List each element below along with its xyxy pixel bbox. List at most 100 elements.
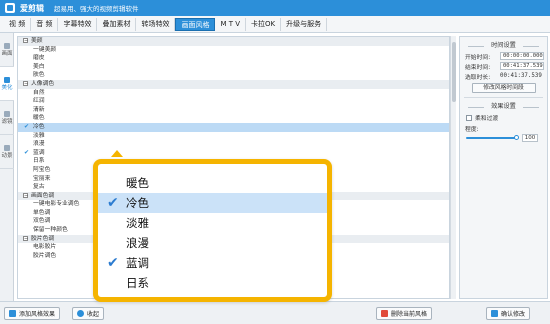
degree-slider-knob[interactable] <box>514 135 519 140</box>
list-item-label: 冷色 <box>33 123 45 130</box>
list-item-label: 一键美颜 <box>33 46 57 53</box>
delete-style-label: 删除当前风格 <box>391 311 428 318</box>
duration-label: 选取时长: <box>465 74 491 81</box>
callout-item-label: 蓝调 <box>126 256 149 270</box>
collapse-button[interactable]: 收起 <box>72 307 105 320</box>
tab-upgrade-service[interactable]: 升级与服务 <box>281 17 328 31</box>
collapse-toggle-icon[interactable]: − <box>23 235 28 241</box>
vtab-beautify[interactable]: 美化 <box>0 67 14 101</box>
vtab-picture[interactable]: 画面 <box>0 33 14 67</box>
list-item-label: 淡雅 <box>33 132 45 139</box>
list-item[interactable]: 清新 <box>18 106 449 115</box>
callout-item-label: 日系 <box>126 276 149 290</box>
checkmark-icon: ✔ <box>107 195 119 211</box>
vtab-filter[interactable]: 滤镜 <box>0 101 14 135</box>
degree-slider-row: 100 <box>460 133 547 143</box>
list-item[interactable]: 肤色 <box>18 71 449 80</box>
callout-item-label: 淡雅 <box>126 216 149 230</box>
vtab-beautify-label: 美化 <box>1 84 13 91</box>
callout-item-label: 暖色 <box>126 176 149 190</box>
list-item-label: 肤色 <box>33 72 45 79</box>
tab-mtv[interactable]: M T V <box>215 17 247 31</box>
time-settings-title: 时间设置 <box>460 41 547 51</box>
settings-panel: 时间设置 开始时间: 00:00:00.000 结束时间: 00:41:37.5… <box>459 36 548 299</box>
app-logo-icon <box>5 3 15 13</box>
callout-item: 日系 <box>98 273 327 293</box>
list-item[interactable]: 浪漫 <box>18 140 449 149</box>
modify-time-range-button[interactable]: 修改风格时间段 <box>471 83 536 93</box>
motion-icon <box>4 144 10 151</box>
list-item[interactable]: 磨皮 <box>18 54 449 63</box>
start-time-input[interactable]: 00:00:00.000 <box>500 52 544 60</box>
collapse-toggle-icon[interactable]: − <box>23 192 28 198</box>
effect-settings-title: 效果设置 <box>460 102 547 112</box>
confirm-modify-label: 确认修改 <box>501 311 526 318</box>
callout-pointer <box>111 150 123 157</box>
list-item-label: 胶片色调 <box>31 235 55 242</box>
list-item[interactable]: 自然 <box>18 89 449 98</box>
list-group-header[interactable]: − 人像调色 <box>18 79 449 89</box>
list-item-label: 美白 <box>33 63 45 70</box>
section-divider <box>464 97 543 98</box>
list-item-label: 蓝调 <box>33 149 45 156</box>
checkmark-icon: ✔ <box>24 122 30 130</box>
vtab-motion[interactable]: 动景 <box>0 135 14 169</box>
callout-item: 浪漫 <box>98 233 327 253</box>
tab-transition-effects[interactable]: 转场特效 <box>136 17 176 31</box>
soft-transition-checkbox[interactable] <box>466 114 472 121</box>
end-time-input[interactable]: 00:41:37.539 <box>500 62 544 70</box>
collapse-toggle-icon[interactable]: − <box>23 38 28 44</box>
add-style-button[interactable]: 添加风格效果 <box>4 307 61 320</box>
end-time-label: 结束时间: <box>465 64 491 71</box>
degree-row: 程度: <box>460 123 547 133</box>
list-item-label: 电影胶片 <box>33 244 57 251</box>
callout-item: 暖色 <box>98 173 327 193</box>
tab-picture-style[interactable]: 画面风格 <box>175 17 216 31</box>
callout-item: ✔ 蓝调 <box>98 253 327 273</box>
list-item-label: 磨皮 <box>33 55 45 62</box>
app-slogan: 超易用、强大的视频剪辑软件 <box>54 5 139 13</box>
tab-subtitle-effects[interactable]: 字幕特效 <box>58 17 98 31</box>
list-item[interactable]: 红润 <box>18 97 449 106</box>
list-item-label: 画面色调 <box>31 192 55 199</box>
checkmark-icon: ✔ <box>24 148 30 156</box>
list-item[interactable]: 淡雅 <box>18 132 449 141</box>
tab-overlay-material[interactable]: 叠加素材 <box>97 17 137 31</box>
list-item[interactable]: ✔ 冷色 <box>18 122 449 132</box>
list-item[interactable]: 美白 <box>18 63 449 72</box>
list-group-header[interactable]: − 美颜 <box>18 37 449 46</box>
vtab-filter-label: 滤镜 <box>1 118 13 125</box>
degree-value-input[interactable]: 100 <box>522 134 538 142</box>
list-item-label: 阿宝色 <box>33 166 51 173</box>
category-sidebar: 画面 美化 滤镜 动景 <box>0 33 14 301</box>
list-item[interactable]: 暖色 <box>18 114 449 123</box>
tab-video[interactable]: 视 频 <box>4 17 32 31</box>
vtab-picture-label: 画面 <box>1 50 13 57</box>
list-item-label: 一键电影专业调色 <box>33 201 80 208</box>
vtab-motion-label: 动景 <box>1 152 13 159</box>
list-item-label: 复古 <box>33 184 45 191</box>
main-menu: 视 频 音 频 字幕特效 叠加素材 转场特效 画面风格 M T V 卡拉OK 升… <box>0 16 550 33</box>
add-style-label: 添加风格效果 <box>19 311 56 318</box>
callout-item-label: 冷色 <box>126 196 149 210</box>
collapse-label: 收起 <box>87 311 100 318</box>
bottom-toolbar: 添加风格效果 收起 删除当前风格 确认修改 <box>0 301 550 324</box>
start-time-row: 开始时间: 00:00:00.000 <box>460 51 547 61</box>
degree-slider[interactable] <box>466 135 519 140</box>
end-time-row: 结束时间: 00:41:37.539 <box>460 61 547 71</box>
list-scrollbar[interactable] <box>450 36 456 299</box>
list-item-label: 浪漫 <box>33 141 45 148</box>
scrollbar-thumb[interactable] <box>452 42 456 102</box>
confirm-modify-button[interactable]: 确认修改 <box>486 307 531 320</box>
callout-item: ✔ 冷色 <box>98 193 327 213</box>
degree-label: 程度: <box>465 126 479 133</box>
filter-icon <box>4 110 10 117</box>
collapse-toggle-icon[interactable]: − <box>23 80 28 86</box>
tab-karaoke[interactable]: 卡拉OK <box>246 17 282 31</box>
tab-audio[interactable]: 音 频 <box>31 17 59 31</box>
soft-transition-label: 柔和过渡 <box>475 116 499 122</box>
list-item[interactable]: 一键美颜 <box>18 46 449 55</box>
list-item[interactable]: ✔ 蓝调 <box>18 149 449 158</box>
zoom-callout: 暖色 ✔ 冷色 淡雅 浪漫 ✔ 蓝调 日系 <box>93 159 332 302</box>
delete-style-button[interactable]: 删除当前风格 <box>376 307 433 320</box>
